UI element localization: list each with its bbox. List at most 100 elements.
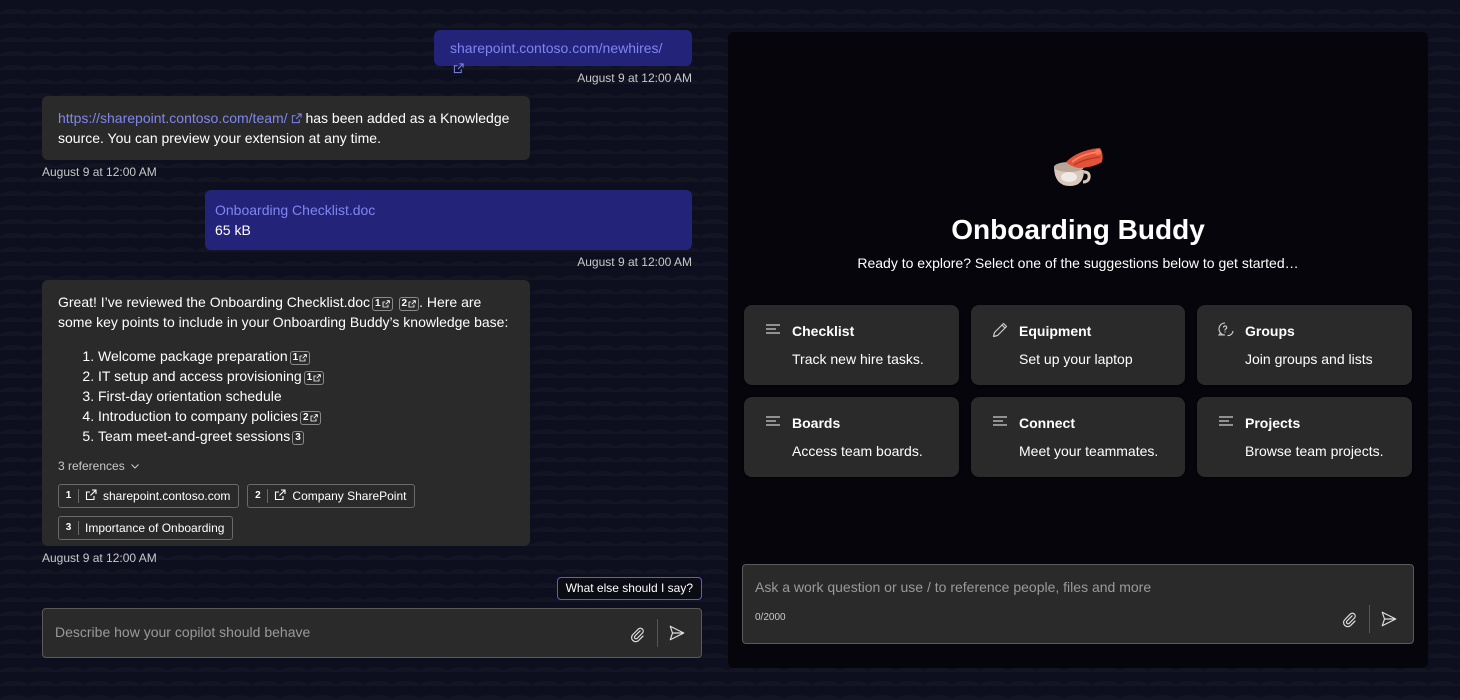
key-points-list: Welcome package preparation 1 IT setup an… [58,346,514,446]
card-title: Groups [1245,323,1295,339]
references-toggle[interactable]: 3 references [58,456,514,476]
card-title: Equipment [1019,323,1092,339]
reference-label: Importance of Onboarding [85,521,225,535]
file-size: 65 kB [215,222,251,238]
send-button[interactable] [667,623,687,643]
external-link-icon [299,354,307,362]
citation-number: 3 [295,432,301,443]
list-item: Team meet-and-greet sessions 3 [98,426,514,446]
reference-number: 1 [59,489,79,503]
list-item-text: IT setup and access provisioning [98,368,302,384]
divider [657,619,658,647]
reference-number: 3 [59,521,79,535]
citation-badge[interactable]: 2 [300,411,321,425]
instructions-input[interactable]: Describe how your copilot should behave [42,608,702,658]
suggestion-card-connect[interactable]: Connect Meet your teammates. [971,397,1185,477]
card-title: Checklist [792,323,855,339]
intro-text: Great! I’ve reviewed the Onboarding Chec… [58,294,371,310]
timestamp: August 9 at 12:00 AM [577,255,692,269]
card-description: Track new hire tasks. [792,351,924,367]
citation-badge[interactable]: 1 [289,351,311,365]
lines-icon [764,321,782,339]
suggestion-card-checklist[interactable]: Checklist Track new hire tasks. [744,305,959,385]
list-item: First-day orientation schedule [98,386,514,406]
citation-number: 1 [306,372,313,383]
card-title: Boards [792,415,841,431]
composer-placeholder: Describe how your copilot should behave [55,624,311,640]
external-link-icon [453,63,464,74]
suggestion-card-projects[interactable]: Projects Browse team projects. [1197,397,1412,477]
list-item-text: Welcome package preparation [98,348,288,364]
list-item-text: Team meet-and-greet sessions [98,428,291,444]
copilot-subtitle: Ready to explore? Select one of the sugg… [857,255,1299,271]
question-input[interactable]: Ask a work question or use / to referenc… [742,564,1414,644]
reference-number: 2 [248,489,269,503]
reference-chip[interactable]: 2 Company SharePoint [247,484,416,508]
lines-icon [764,413,782,431]
bot-message: Great! I’ve reviewed the Onboarding Chec… [42,280,530,546]
send-icon [1381,611,1397,627]
list-item: Welcome package preparation 1 [98,346,514,366]
card-description: Set up your laptop [1019,351,1133,367]
attach-button[interactable] [627,624,647,644]
chat-question-icon [1217,321,1235,339]
reference-chip[interactable]: 3 Importance of Onboarding [58,516,234,540]
card-description: Join groups and lists [1245,351,1373,367]
references-toggle-label: 3 references [58,459,125,473]
external-link-icon [408,300,416,308]
reference-label: Company SharePoint [292,489,407,503]
paperclip-icon [631,627,644,643]
attach-button[interactable] [1339,609,1359,629]
citation-badge[interactable]: 1 [372,297,393,311]
composer-placeholder: Ask a work question or use / to referenc… [755,579,1152,595]
bot-message: https://sharepoint.contoso.com/team/ has… [42,96,530,160]
lines-icon [1217,413,1235,431]
references-list: 1 sharepoint.contoso.com 2 Company Share… [58,484,438,540]
card-title: Connect [1019,415,1075,431]
reference-chip[interactable]: 1 sharepoint.contoso.com [58,484,240,508]
card-description: Meet your teammates. [1019,443,1159,459]
pencil-icon [991,321,1009,339]
suggestion-chip[interactable]: What else should I say? [556,577,702,600]
copilot-logo [1048,144,1108,192]
message-text: Great! I’ve reviewed the Onboarding Chec… [58,292,514,332]
suggestion-card-equipment[interactable]: Equipment Set up your laptop [971,305,1185,385]
citation-badge[interactable]: 1 [303,371,325,385]
timestamp: August 9 at 12:00 AM [42,165,157,179]
citation-number: 2 [401,298,408,309]
copilot-preview-pane: Onboarding Buddy Ready to explore? Selec… [728,32,1428,668]
list-item: IT setup and access provisioning 1 [98,366,514,386]
citation-badge[interactable]: 2 [398,297,420,311]
file-name-link[interactable]: Onboarding Checklist.doc [215,202,375,218]
list-item-text: First-day orientation schedule [98,388,282,404]
timestamp: August 9 at 12:00 AM [42,551,157,565]
list-item: Introduction to company policies 2 [98,406,514,426]
character-count: 0/2000 [755,612,786,623]
paperclip-icon [1343,612,1356,628]
external-link-icon [85,489,99,503]
card-description: Browse team projects. [1245,443,1384,459]
link-text: sharepoint.contoso.com/newhires/ [450,40,663,56]
external-link-icon [291,113,302,124]
copilot-title: Onboarding Buddy [951,214,1205,245]
suggestion-card-groups[interactable]: Groups Join groups and lists [1197,305,1412,385]
suggestion-cards: Checklist Track new hire tasks. Equipmen… [744,305,1412,477]
citation-number: 1 [375,298,381,309]
file-attachment-message[interactable]: Onboarding Checklist.doc 65 kB [205,190,692,250]
link-text: https://sharepoint.contoso.com/team/ [58,110,288,126]
chevron-down-icon [130,464,139,469]
citation-badge[interactable]: 3 [292,431,304,445]
citation-number: 2 [303,412,309,423]
suggestion-card-boards[interactable]: Boards Access team boards. [744,397,959,477]
send-icon [669,625,685,641]
card-description: Access team boards. [792,443,923,459]
divider [1369,605,1370,633]
external-link-icon [274,489,288,503]
knowledge-link[interactable]: https://sharepoint.contoso.com/team/ [58,110,302,126]
external-link-icon [310,414,318,422]
lines-icon [991,413,1009,431]
send-button[interactable] [1379,609,1399,629]
user-message: sharepoint.contoso.com/newhires/ [434,30,692,74]
card-title: Projects [1245,415,1301,431]
reference-label: sharepoint.contoso.com [103,489,231,503]
